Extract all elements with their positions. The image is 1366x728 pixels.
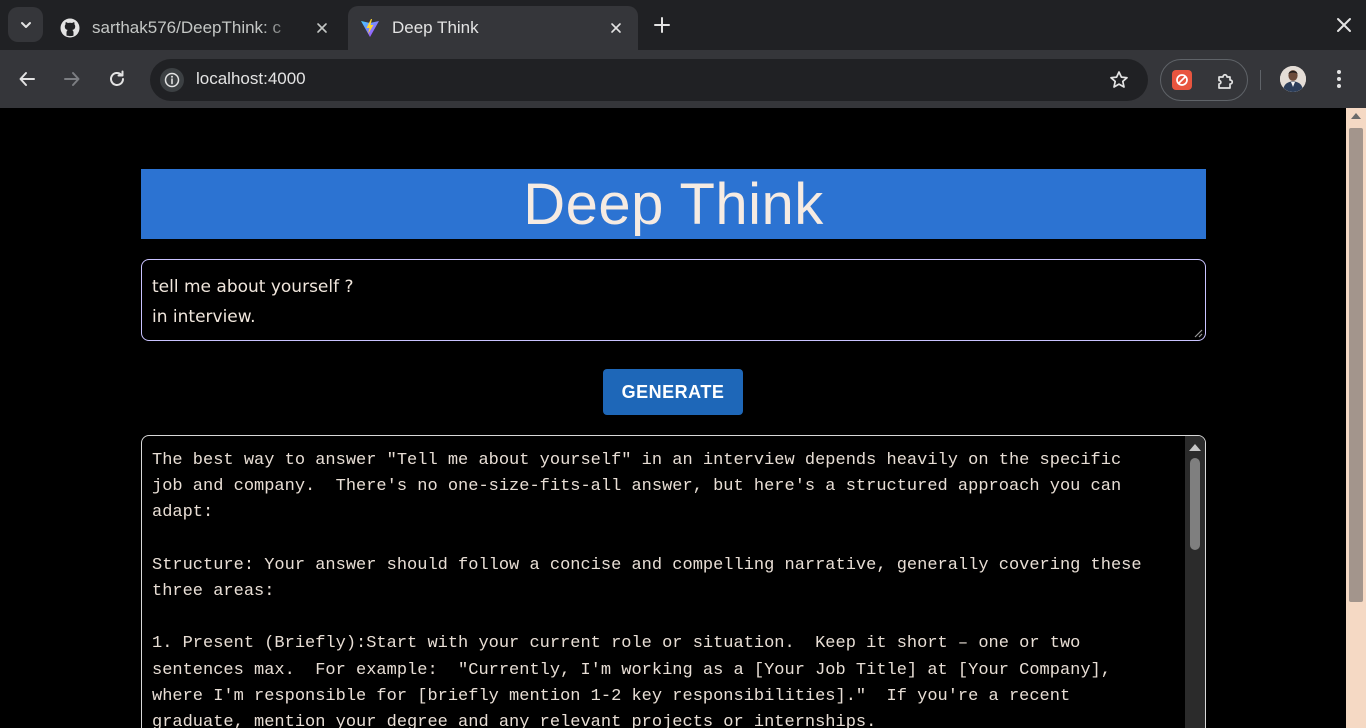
kebab-menu-icon: [1337, 70, 1341, 88]
output-line: adapt:: [152, 503, 214, 523]
tab-deep-think[interactable]: Deep Think: [348, 6, 638, 50]
prompt-line: in interview.: [152, 307, 256, 327]
tab-search-button[interactable]: [8, 7, 43, 42]
page-viewport: Deep Think tell me about yourself ? in i…: [0, 108, 1346, 728]
output-line: Structure: Your answer should follow a c…: [152, 555, 1142, 575]
output-line: sentences max. For example: "Currently, …: [152, 660, 1111, 680]
vite-icon: [360, 18, 380, 38]
reload-icon: [110, 70, 124, 86]
close-icon[interactable]: [312, 18, 332, 38]
address-bar[interactable]: localhost:4000: [150, 59, 1148, 101]
scroll-up-arrow-icon[interactable]: [1189, 444, 1201, 451]
page-scroll-thumb[interactable]: [1349, 128, 1363, 602]
bookmark-star-icon[interactable]: [1108, 69, 1130, 91]
output-text: The best way to answer "Tell me about yo…: [152, 448, 1182, 728]
output-scroll-thumb[interactable]: [1190, 458, 1200, 550]
output-line: 1. Present (Briefly):Start with your cur…: [152, 634, 1081, 654]
ublock-extension-icon[interactable]: [1172, 70, 1192, 90]
close-icon: [1337, 18, 1351, 32]
extensions-group: [1160, 59, 1248, 101]
info-icon[interactable]: [160, 68, 184, 92]
new-tab-button[interactable]: [648, 11, 676, 39]
prompt-line: tell me about yourself ?: [152, 277, 354, 297]
window-close-button[interactable]: [1330, 11, 1358, 39]
output-line: where I'm responsible for [briefly menti…: [152, 686, 1071, 706]
plus-icon: [654, 17, 670, 33]
header-banner: Deep Think: [141, 169, 1206, 239]
tab-title: Deep Think: [392, 18, 479, 37]
scroll-up-arrow-icon[interactable]: [1351, 113, 1361, 119]
profile-avatar[interactable]: [1280, 66, 1306, 92]
github-icon: [60, 18, 80, 38]
toolbar-separator: [1260, 70, 1261, 90]
tab-github[interactable]: sarthak576/DeepThink: c: [48, 6, 344, 50]
url-text[interactable]: localhost:4000: [196, 69, 306, 89]
resize-handle-icon[interactable]: [1194, 329, 1203, 338]
puzzle-icon[interactable]: [1214, 69, 1238, 93]
browser-toolbar: localhost:4000: [0, 50, 1366, 108]
tab-strip: sarthak576/DeepThink: c Deep Think: [0, 0, 1366, 50]
output-line: graduate, mention your degree and any re…: [152, 712, 877, 728]
output-scrollbar[interactable]: [1185, 436, 1205, 728]
forward-button[interactable]: [57, 64, 87, 94]
page-scrollbar[interactable]: [1346, 108, 1366, 728]
back-button[interactable]: [12, 64, 42, 94]
output-line: three areas:: [152, 581, 275, 601]
tab-title: sarthak576/DeepThink: c: [92, 18, 281, 37]
output-line: job and company. There's no one-size-fit…: [152, 477, 1122, 497]
prompt-textarea[interactable]: tell me about yourself ? in interview.: [141, 259, 1206, 341]
chevron-down-icon: [20, 21, 31, 28]
generate-button[interactable]: GENERATE: [603, 369, 743, 415]
output-line: The best way to answer "Tell me about yo…: [152, 451, 1122, 470]
page-title: Deep Think: [523, 171, 824, 237]
arrow-right-icon: [64, 72, 80, 86]
close-icon[interactable]: [606, 18, 626, 38]
reload-button[interactable]: [102, 64, 132, 94]
more-menu-button[interactable]: [1326, 66, 1352, 92]
arrow-left-icon: [19, 72, 35, 86]
output-textarea[interactable]: The best way to answer "Tell me about yo…: [141, 435, 1206, 728]
generate-button-label: GENERATE: [621, 381, 725, 402]
